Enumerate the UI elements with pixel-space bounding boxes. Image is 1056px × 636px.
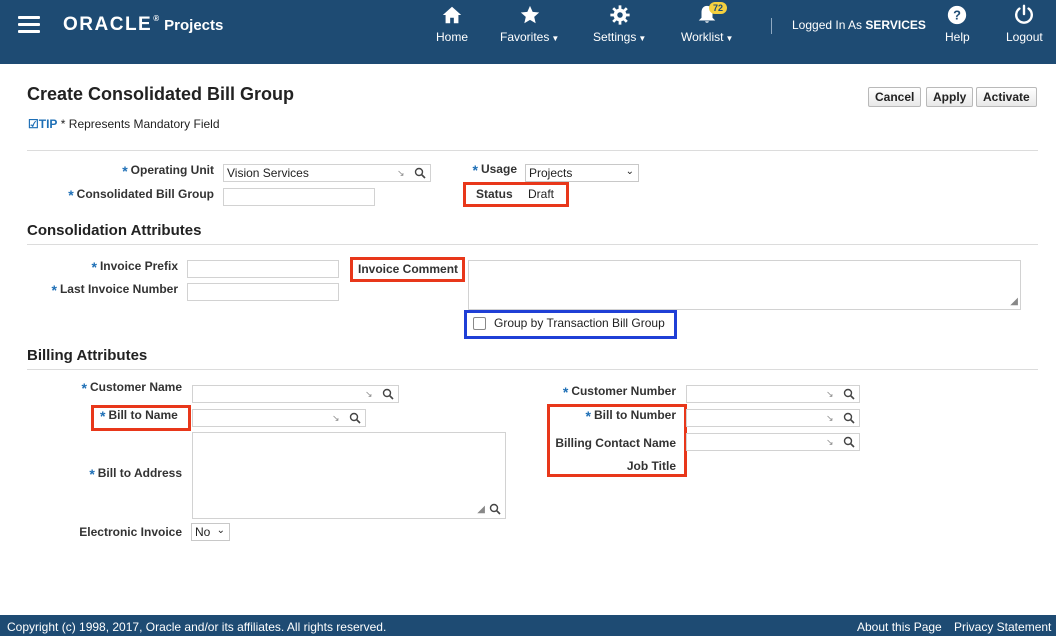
billing-contact-name-label: Billing Contact Name <box>555 436 676 450</box>
group-by-transaction-checkbox[interactable] <box>473 317 486 330</box>
help-nav[interactable]: ? Help <box>945 4 970 44</box>
billing-attributes-heading: Billing Attributes <box>27 347 148 364</box>
group-by-transaction-label[interactable]: Group by Transaction Bill Group <box>494 316 665 330</box>
customer-name-field[interactable]: ↘ <box>192 385 399 403</box>
check-icon: ☑ <box>28 117 39 131</box>
bill-to-number-field[interactable]: ↘ <box>686 409 860 427</box>
chevron-down-icon: ▼ <box>551 34 560 43</box>
chevron-down-icon: ⌄ <box>625 166 634 177</box>
last-invoice-number-input[interactable] <box>187 283 339 301</box>
chevron-down-icon: ▼ <box>638 34 647 43</box>
job-title-label: Job Title <box>626 459 676 473</box>
consolidated-bill-group-input[interactable] <box>223 188 375 206</box>
consolidation-attributes-heading: Consolidation Attributes <box>27 222 202 239</box>
search-icon[interactable] <box>414 167 426 179</box>
main-content: Create Consolidated Bill Group Cancel Ap… <box>8 64 1048 615</box>
invoice-prefix-input[interactable] <box>187 260 339 278</box>
bill-to-address-label: * Bill to Address <box>89 466 182 482</box>
divider <box>27 244 1038 245</box>
power-icon <box>1015 4 1034 24</box>
logged-in-user: Logged In As SERVICES <box>792 18 926 32</box>
svg-text:?: ? <box>953 8 961 23</box>
divider <box>27 369 1038 370</box>
usage-select[interactable]: Projects ⌄ <box>525 164 639 182</box>
divider <box>27 150 1038 151</box>
electronic-invoice-label: Electronic Invoice <box>79 525 182 539</box>
lov-corner-icon: ↘ <box>332 413 340 423</box>
lov-corner-icon: ↘ <box>826 413 834 423</box>
home-nav[interactable]: Home <box>436 4 468 44</box>
help-icon: ? <box>948 5 967 25</box>
home-icon <box>442 6 462 24</box>
activate-button[interactable]: Activate <box>976 87 1037 107</box>
copyright-text: Copyright (c) 1998, 2017, Oracle and/or … <box>7 620 387 634</box>
star-icon <box>520 5 539 24</box>
billing-contact-name-field[interactable]: ↘ <box>686 433 860 451</box>
logout-nav[interactable]: Logout <box>1006 4 1043 44</box>
search-icon[interactable] <box>349 412 361 424</box>
customer-number-field[interactable]: ↘ <box>686 385 860 403</box>
oracle-logo: ORACLE® Projects <box>63 14 224 35</box>
gear-icon <box>610 5 630 25</box>
resize-grip-icon[interactable]: ◢ <box>1010 296 1018 307</box>
page-title: Create Consolidated Bill Group <box>27 84 295 104</box>
status-label: Status <box>476 187 513 201</box>
search-icon[interactable] <box>382 388 394 400</box>
customer-name-label: * Customer Name <box>81 380 182 396</box>
header-divider <box>771 18 772 34</box>
operating-unit-field[interactable]: Vision Services ↘ <box>223 164 431 182</box>
bill-to-name-label: * Bill to Name <box>100 408 178 424</box>
usage-label: * Usage <box>472 162 517 178</box>
product-name: Projects <box>164 17 224 34</box>
apply-button[interactable]: Apply <box>926 87 974 107</box>
search-icon[interactable] <box>843 436 855 448</box>
search-icon[interactable] <box>489 503 501 515</box>
tip-text: ☑TIP * Represents Mandatory Field <box>28 117 220 131</box>
footer: Copyright (c) 1998, 2017, Oracle and/or … <box>0 615 1056 636</box>
bill-to-name-field[interactable]: ↘ <box>192 409 366 427</box>
resize-grip-icon[interactable]: ◢ <box>477 504 485 515</box>
invoice-comment-label: Invoice Comment <box>358 262 459 276</box>
search-icon[interactable] <box>843 412 855 424</box>
bill-to-number-label: * Bill to Number <box>585 408 676 424</box>
navigator-menu-icon[interactable] <box>18 16 40 34</box>
about-this-page-link[interactable]: About this Page <box>857 620 942 634</box>
electronic-invoice-select[interactable]: No ⌄ <box>191 523 230 541</box>
lov-corner-icon: ↘ <box>365 389 373 399</box>
chevron-down-icon: ▼ <box>725 34 734 43</box>
customer-number-label: * Customer Number <box>562 384 676 400</box>
worklist-nav[interactable]: 72 Worklist ▼ <box>681 2 734 44</box>
invoice-comment-textarea[interactable]: ◢ <box>468 260 1021 310</box>
lov-corner-icon: ↘ <box>826 389 834 399</box>
favorites-nav[interactable]: Favorites ▼ <box>500 4 559 44</box>
search-icon[interactable] <box>843 388 855 400</box>
invoice-prefix-label: * Invoice Prefix <box>91 259 179 275</box>
chevron-down-icon: ⌄ <box>216 525 225 536</box>
consolidated-bill-group-label: * Consolidated Bill Group <box>68 187 214 203</box>
lov-corner-icon: ↘ <box>826 437 834 447</box>
last-invoice-number-label: * Last Invoice Number <box>51 282 178 298</box>
operating-unit-label: * Operating Unit <box>122 163 214 179</box>
cancel-button[interactable]: Cancel <box>868 87 922 107</box>
lov-corner-icon: ↘ <box>397 168 405 178</box>
worklist-count-badge: 72 <box>709 2 728 14</box>
status-value: Draft <box>528 187 555 201</box>
settings-nav[interactable]: Settings ▼ <box>593 4 646 44</box>
bill-to-address-textarea[interactable]: ◢ <box>192 432 506 519</box>
global-header: ORACLE® Projects Home Favorites ▼ Settings… <box>0 0 1056 64</box>
privacy-statement-link[interactable]: Privacy Statement <box>954 620 1051 634</box>
